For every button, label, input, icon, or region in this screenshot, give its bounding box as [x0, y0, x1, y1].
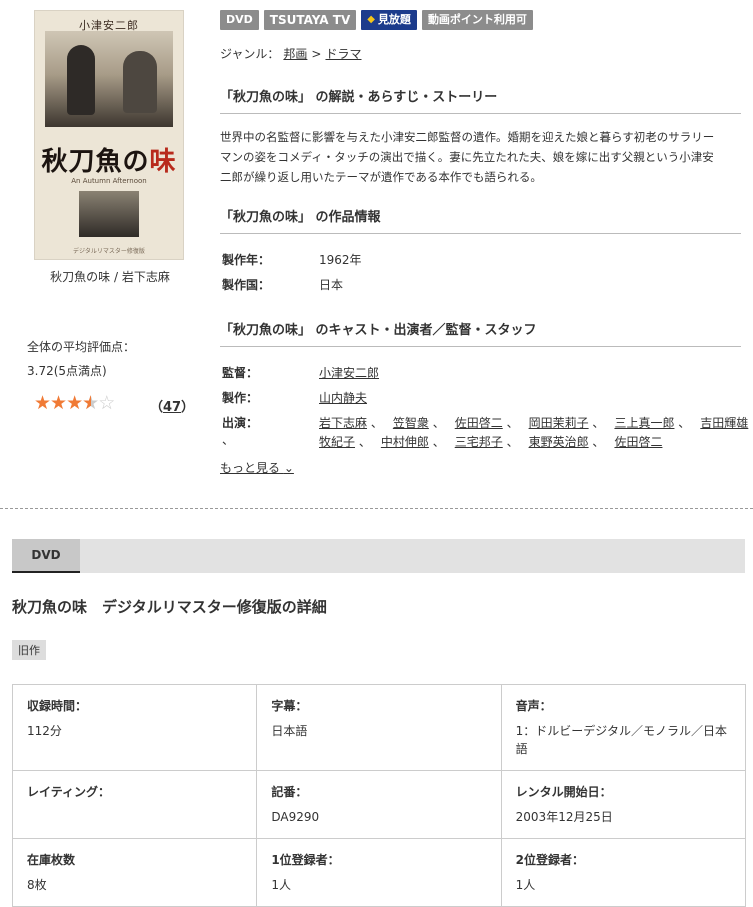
cast-link[interactable]: 吉田輝雄 — [700, 416, 748, 430]
table-row: 在庫枚数 8枚 1位登録者： 1人 2位登録者： 1人 — [11, 838, 747, 907]
cast-link[interactable]: 中村伸郎 — [381, 435, 429, 449]
star-empty-icon: ☆ — [98, 392, 115, 414]
cast-link[interactable]: 岡田茉莉子 — [529, 416, 589, 430]
staff-director: 監督： 小津安二郎 — [222, 366, 380, 380]
star-full-icon: ★ — [34, 392, 51, 414]
info-country: 製作国： 日本 — [222, 278, 344, 292]
badge-tsutaya-tv: TSUTAYA TV — [263, 10, 357, 30]
detail-cell: 2位登録者： 1人 — [500, 838, 747, 907]
cast-link[interactable]: 岩下志麻 — [319, 416, 367, 430]
cast-link[interactable]: 三宅邦子 — [455, 435, 503, 449]
genre-link-drama[interactable]: ドラマ — [325, 47, 361, 61]
review-count-link[interactable]: 47 — [163, 400, 181, 415]
poster-footer: デジタルリマスター修復版 — [73, 248, 145, 255]
synopsis: 世界中の名監督に影響を与えた小津安二郎監督の遺作。婚期を迎えた娘と暮らす初老のサ… — [220, 130, 715, 184]
cast-link[interactable]: 佐田啓二 — [455, 416, 503, 430]
poster-subtitle: An Autumn Afternoon — [71, 177, 147, 185]
review-count: （47） — [150, 400, 195, 415]
genre-breadcrumb: ジャンル： 邦画 > ドラマ — [220, 47, 362, 61]
detail-cell: レイティング： — [11, 770, 258, 839]
section-divider — [0, 508, 753, 509]
poster-title: 秋刀魚の味 — [41, 147, 177, 177]
movie-poster[interactable]: 小津安二郎 秋刀魚の味 An Autumn Afternoon デジタルリマスタ… — [34, 10, 184, 260]
poster-inset-photo — [79, 191, 139, 237]
genre-link-houga[interactable]: 邦画 — [283, 47, 307, 61]
badge-douga-point: 動画ポイント利用可 — [421, 10, 533, 30]
badge-mihodai: ◆ 見放題 — [361, 10, 417, 30]
detail-table: 収録時間： 112分 字幕： 日本語 音声： 1：ドルビーデジタル／モノラル／日本語 … — [11, 684, 747, 907]
info-section-title: 「秋刀魚の味」 の作品情報 — [220, 206, 741, 234]
cast-section-title: 「秋刀魚の味」 のキャスト・出演者／監督・スタッフ — [220, 319, 741, 347]
cast-link[interactable]: 東野英治郎 — [529, 435, 589, 449]
detail-title: 秋刀魚の味 デジタルリマスター修復版の詳細 — [12, 598, 327, 616]
star-full-icon: ★ — [66, 392, 83, 414]
cast-link[interactable]: 笠智衆 — [393, 416, 429, 430]
rating-label: 全体の平均評価点： — [27, 340, 136, 354]
info-year: 製作年： 1962年 — [222, 253, 362, 267]
show-more-link[interactable]: もっと見る ⌄ — [220, 459, 294, 476]
detail-cell: 字幕： 日本語 — [256, 684, 502, 771]
staff-cast-line2: 牧紀子 、中村伸郎 、三宅邦子 、東野英治郎 、佐田啓二 — [319, 435, 663, 449]
producer-link[interactable]: 山内静夫 — [319, 391, 367, 405]
poster-caption: 秋刀魚の味 / 岩下志麻 — [50, 270, 170, 284]
rating-value: 3.72(5点満点) — [27, 364, 107, 378]
cast-link[interactable]: 三上真一郎 — [614, 416, 674, 430]
chevron-down-icon: ⌄ — [283, 461, 294, 475]
detail-cell: レンタル開始日： 2003年12月25日 — [500, 770, 747, 839]
poster-photo — [45, 31, 173, 127]
old-release-tag: 旧作 — [12, 640, 46, 660]
star-half-icon: ★ ★ — [82, 392, 99, 414]
detail-cell: 1位登録者： 1人 — [256, 838, 502, 907]
detail-cell: 記番： DA9290 — [256, 770, 502, 839]
staff-producer: 製作： 山内静夫 — [222, 391, 368, 405]
detail-cell: 収録時間： 112分 — [11, 684, 258, 771]
director-link[interactable]: 小津安二郎 — [319, 366, 379, 380]
table-row: レイティング： 記番： DA9290 レンタル開始日： 2003年12月25日 — [11, 770, 747, 839]
detail-cell: 音声： 1：ドルビーデジタル／モノラル／日本語 — [500, 684, 747, 771]
detail-cell: 在庫枚数 8枚 — [11, 838, 258, 907]
diamond-icon: ◆ — [367, 14, 375, 25]
tab-dvd[interactable]: DVD — [12, 539, 80, 573]
badge-dvd: DVD — [220, 10, 259, 30]
star-full-icon: ★ — [50, 392, 67, 414]
rating-stars: ★★★★ ★ ☆ — [34, 392, 115, 414]
badge-row: DVD TSUTAYA TV ◆ 見放題 動画ポイント利用可 — [220, 10, 533, 30]
cast-link[interactable]: 佐田啓二 — [614, 435, 662, 449]
table-row: 収録時間： 112分 字幕： 日本語 音声： 1：ドルビーデジタル／モノラル／日本語 — [11, 684, 747, 771]
story-section-title: 「秋刀魚の味」 の解説・あらすじ・ストーリー — [220, 86, 741, 114]
cast-link[interactable]: 牧紀子 — [319, 435, 355, 449]
format-tab-bar: DVD — [12, 539, 745, 573]
